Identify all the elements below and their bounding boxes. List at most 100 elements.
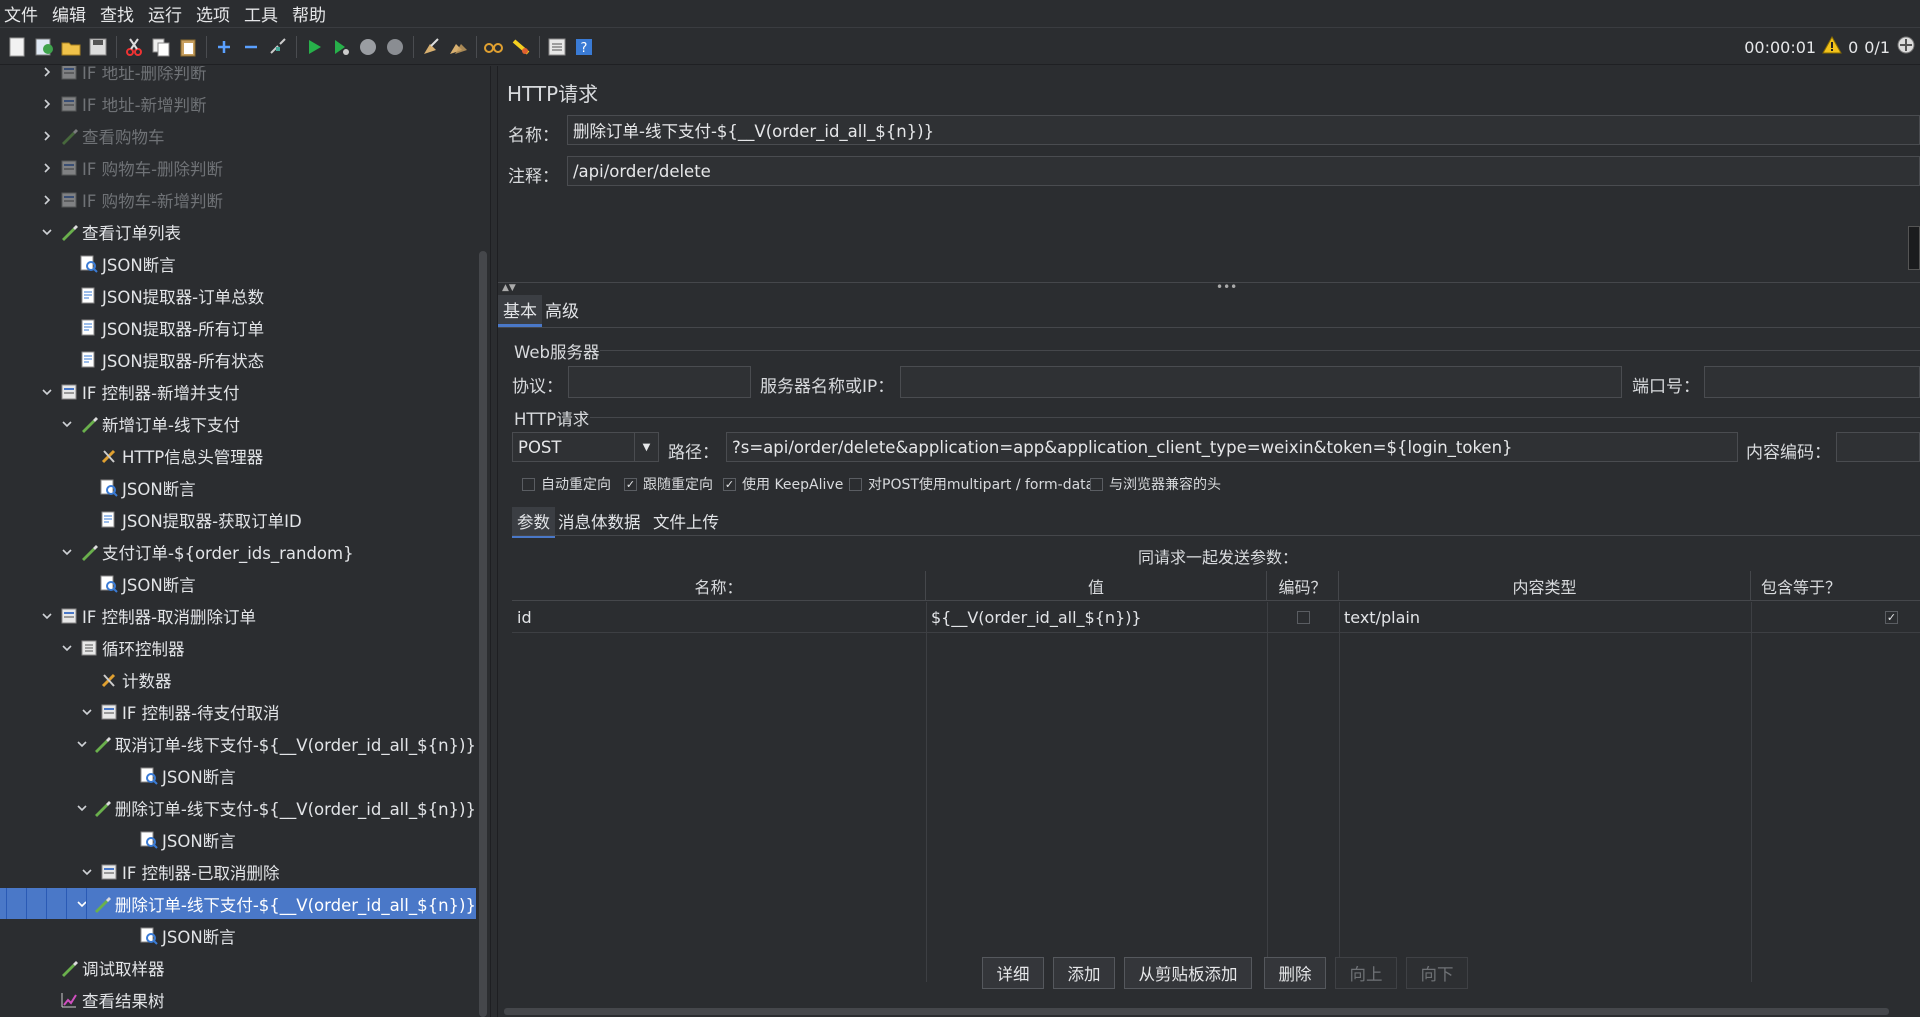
column-header-name[interactable]: 名称： (512, 571, 926, 601)
tree-node[interactable]: IF 控制器-已取消删除 (0, 856, 476, 887)
column-header-include-equals[interactable]: 包含等于？ (1751, 571, 1920, 601)
checkbox-checked-icon[interactable]: ✓ (624, 477, 637, 491)
tree-scrollbar-thumb[interactable] (479, 251, 487, 1017)
tree-node[interactable]: IF 控制器-新增并支付 (0, 376, 476, 407)
tree-scrollbar[interactable] (476, 66, 490, 1017)
checkbox-unchecked-icon[interactable] (1090, 477, 1103, 491)
tree-node[interactable]: 查看结果树 (0, 984, 476, 1015)
tree-node[interactable]: JSON提取器-订单总数 (0, 280, 476, 311)
tree-node[interactable]: JSON断言 (0, 824, 476, 855)
cell-value[interactable]: ${__V(order_id_all_${n})} (926, 602, 1267, 633)
checkbox-unchecked-icon[interactable] (522, 477, 535, 491)
protocol-field[interactable] (568, 366, 751, 398)
chevron-down-icon[interactable] (60, 545, 74, 559)
option-checkbox[interactable]: ✓ 使用 KeepAlive (723, 474, 843, 494)
column-header-content-type[interactable]: 内容类型 (1339, 571, 1751, 601)
chevron-right-icon[interactable] (40, 66, 54, 79)
tree-node[interactable]: JSON断言 (0, 568, 476, 599)
chevron-down-icon[interactable] (60, 417, 74, 431)
remote-icon[interactable] (1896, 35, 1916, 59)
tab-basic[interactable]: 基本 (498, 295, 542, 327)
tree-node[interactable]: 查看订单列表 (0, 216, 476, 247)
tree-node[interactable]: 循环控制器 (0, 632, 476, 663)
tree-node[interactable]: IF 地址-删除判断 (0, 66, 476, 87)
divider-grip-icon[interactable]: ••• (1216, 281, 1237, 293)
tree-node[interactable]: JSON断言 (0, 472, 476, 503)
menu-search[interactable]: 查找 (100, 1, 142, 26)
tree-node[interactable]: HTTP信息头管理器 (0, 440, 476, 471)
tab-files-upload[interactable]: 文件上传 (648, 507, 724, 535)
column-header-value[interactable]: 值 (926, 571, 1267, 601)
chevron-right-icon[interactable] (40, 193, 54, 207)
collapse-icon[interactable] (240, 36, 262, 58)
chevron-down-icon[interactable] (76, 801, 87, 815)
port-field[interactable] (1704, 366, 1920, 398)
server-field[interactable] (900, 366, 1622, 398)
tree-node[interactable]: 取消订单-线下支付-${__V(order_id_all_${n})} (0, 728, 476, 759)
chevron-down-icon[interactable] (80, 705, 94, 719)
cell-encode[interactable] (1267, 602, 1339, 633)
option-checkbox[interactable]: 对POST使用multipart / form-data (849, 474, 1094, 494)
function-helper-icon[interactable] (546, 36, 568, 58)
cut-icon[interactable] (123, 36, 145, 58)
menu-tools[interactable]: 工具 (244, 1, 286, 26)
add-button[interactable]: 添加 (1053, 957, 1115, 989)
chevron-right-icon[interactable] (40, 97, 54, 111)
option-checkbox[interactable]: ✓ 跟随重定向 (624, 474, 713, 494)
cell-include-equals[interactable]: ✓ (1751, 602, 1920, 633)
content-encoding-field[interactable] (1836, 432, 1920, 462)
path-field[interactable]: ?s=api/order/delete&application=app&appl… (726, 432, 1738, 462)
menu-options[interactable]: 选项 (196, 1, 238, 26)
chevron-down-icon[interactable] (60, 641, 74, 655)
clear-all-icon[interactable] (447, 36, 469, 58)
cell-content-type[interactable]: text/plain (1339, 602, 1751, 633)
start-icon[interactable] (303, 36, 325, 58)
tree-node[interactable]: 删除订单-线下支付-${__V(order_id_all_${n})} (0, 888, 476, 919)
name-field[interactable]: 删除订单-线下支付-${__V(order_id_all_${n})} (567, 115, 1920, 145)
panel-divider[interactable] (498, 282, 1920, 283)
tab-body-data[interactable]: 消息体数据 (553, 507, 646, 535)
comment-field[interactable]: /api/order/delete (567, 156, 1920, 186)
chevron-right-icon[interactable] (40, 129, 54, 143)
tree-node[interactable]: 新增订单-线下支付 (0, 408, 476, 439)
menu-run[interactable]: 运行 (148, 1, 190, 26)
expand-icon[interactable] (213, 36, 235, 58)
option-checkbox[interactable]: 与浏览器兼容的头 (1090, 474, 1221, 494)
move-down-button[interactable]: 向下 (1406, 957, 1468, 989)
method-select[interactable]: POST ▼ (512, 432, 659, 462)
menu-help[interactable]: 帮助 (292, 1, 334, 26)
tree-node[interactable]: JSON提取器-获取订单ID (0, 504, 476, 535)
copy-icon[interactable] (150, 36, 172, 58)
column-header-encode[interactable]: 编码？ (1267, 571, 1339, 601)
toggle-icon[interactable] (267, 36, 289, 58)
chevron-down-icon[interactable] (40, 609, 54, 623)
tree-node[interactable]: IF 控制器-待支付取消 (0, 696, 476, 727)
tree-node[interactable]: JSON提取器-所有订单 (0, 312, 476, 343)
delete-button[interactable]: 删除 (1264, 957, 1326, 989)
warning-icon[interactable] (1822, 35, 1842, 58)
tree-node[interactable]: JSON提取器-所有状态 (0, 344, 476, 375)
chevron-down-icon[interactable] (40, 225, 54, 239)
help-icon[interactable]: ? (573, 36, 595, 58)
checkbox-checked-icon[interactable]: ✓ (723, 477, 736, 491)
option-checkbox[interactable]: 自动重定向 (522, 474, 611, 494)
tree-node[interactable]: IF 购物车-删除判断 (0, 152, 476, 183)
menu-file[interactable]: 文件 (4, 1, 46, 26)
tree-node[interactable]: IF 控制器-取消删除订单 (0, 600, 476, 631)
move-up-button[interactable]: 向上 (1335, 957, 1397, 989)
divider-arrows-icon[interactable]: ▲▼ (502, 284, 516, 293)
panel-horizontal-scrollbar[interactable] (498, 1006, 1920, 1017)
menu-edit[interactable]: 编辑 (52, 1, 94, 26)
tree-node[interactable]: 删除订单-线下支付-${__V(order_id_all_${n})} (0, 792, 476, 823)
pane-splitter[interactable] (490, 66, 498, 1017)
save-icon[interactable] (87, 36, 109, 58)
encode-checkbox[interactable] (1296, 610, 1310, 624)
clear-icon[interactable] (420, 36, 442, 58)
tree-node[interactable]: 调试取样器 (0, 952, 476, 983)
new-icon[interactable] (6, 36, 28, 58)
stop-icon[interactable] (357, 36, 379, 58)
tab-parameters[interactable]: 参数 (512, 507, 555, 538)
chevron-down-icon[interactable]: ▼ (634, 433, 658, 461)
open-icon[interactable] (60, 36, 82, 58)
tree-node[interactable]: IF 地址-新增判断 (0, 88, 476, 119)
